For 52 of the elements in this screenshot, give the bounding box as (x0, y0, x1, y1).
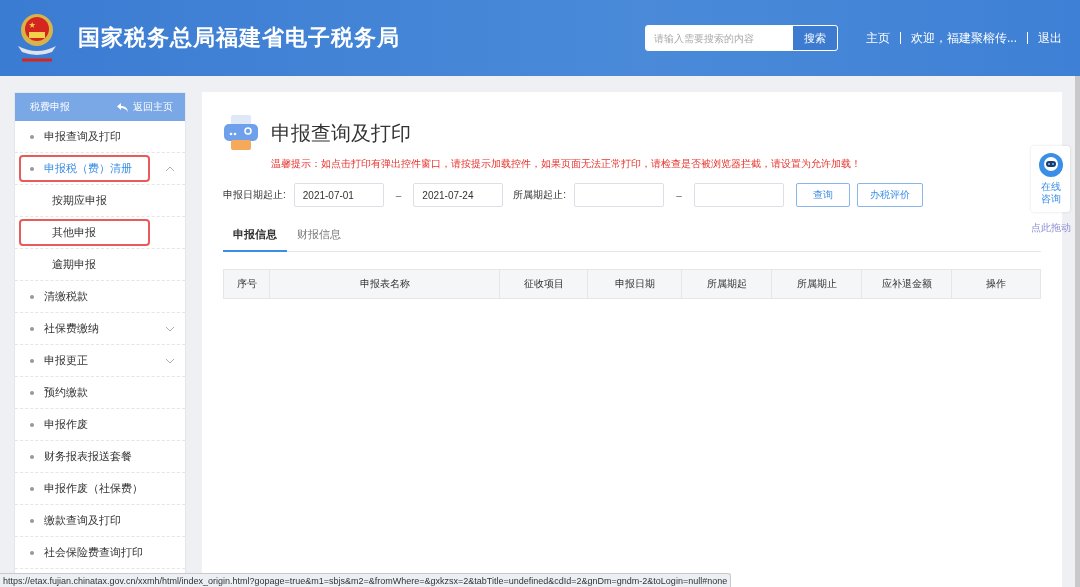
status-url: https://etax.fujian.chinatax.gov.cn/xxmh/html/index_origin.html?gopage=true&m1=sbjs&m2=&fromWhere=&gxkzsx=2&tabTitle=undefined&cdId=2&gnDm=gndm-2&toLogin=null#none (0, 573, 732, 587)
column-header: 操作 (951, 270, 1040, 298)
consult-label: 在线咨询 (1040, 181, 1061, 204)
notice-text: 温馨提示：如点击打印有弹出控件窗口，请按提示加载控件，如果页面无法正常打印，请检查是否被浏览器拦截，请设置为允许加载！ (271, 158, 862, 171)
date-field[interactable] (574, 183, 665, 207)
sidebar-item[interactable]: 申报税（费）清册 (15, 153, 185, 185)
header-link[interactable]: 主页 (866, 29, 890, 47)
column-header: 征收项目 (499, 270, 587, 298)
range-dash: – (395, 189, 402, 201)
sidebar-item[interactable]: 缴款查询及打印 (15, 505, 185, 537)
sidebar-subitem[interactable]: 按期应申报 (15, 185, 185, 217)
chevron-down-icon (165, 325, 175, 332)
tab[interactable]: 申报信息 (223, 221, 287, 252)
sidebar-item[interactable]: 申报作废（社保费） (15, 473, 185, 505)
column-header: 序号 (235, 277, 258, 291)
sidebar-subitem[interactable]: 其他申报 (15, 217, 185, 249)
page-title: 申报查询及打印 (271, 121, 411, 146)
sidebar-item[interactable]: 财务报表报送套餐 (15, 441, 185, 473)
tab[interactable]: 财报信息 (287, 221, 351, 252)
sidebar-item[interactable]: 社会保险费查询打印 (15, 537, 185, 569)
column-header: 所属期起 (681, 270, 771, 298)
chevron-up-icon (165, 165, 175, 172)
filter-label: 申报日期起止: (223, 188, 286, 202)
sidebar-subitem[interactable]: 逾期申报 (15, 249, 185, 281)
column-header: 申报日期 (587, 270, 681, 298)
consult-widget[interactable]: 在线咨询 (1031, 146, 1070, 212)
column-header: 应补退金额 (861, 270, 951, 298)
date-field[interactable] (693, 183, 784, 207)
sidebar-item[interactable]: 申报更正 (15, 345, 185, 377)
search-button[interactable]: 搜索 (793, 26, 837, 50)
site-title: 国家税务总局福建省电子税务局 (78, 24, 400, 52)
range-dash: – (676, 189, 682, 201)
back-arrow-icon (117, 102, 128, 112)
drag-hint: 点此拖动 (1031, 222, 1071, 235)
column-header: 申报表名称 (269, 270, 499, 298)
sidebar-item[interactable]: 申报作废 (15, 409, 185, 441)
sidebar-item[interactable]: 社保费缴纳 (15, 313, 185, 345)
search-field[interactable]: 请输入需要搜索的内容 搜索 (645, 25, 838, 51)
robot-icon (1037, 152, 1064, 178)
sidebar-item[interactable]: 申报查询及打印 (15, 121, 185, 153)
date-field[interactable]: 2021-07-24 (413, 183, 504, 207)
chevron-down-icon (165, 357, 175, 364)
header-link[interactable]: 欢迎，福建聚榕传... (911, 29, 1017, 47)
sidebar-title: 税费申报 (30, 100, 70, 114)
filter-label: 所属期起止: (513, 188, 567, 202)
query-button[interactable]: 查询 (795, 183, 850, 207)
sidebar-item[interactable]: 清缴税款 (15, 281, 185, 313)
header-link[interactable]: 退出 (1038, 29, 1062, 47)
sidebar-item[interactable]: 预约缴款 (15, 377, 185, 409)
rating-button[interactable]: 办税评价 (856, 183, 923, 207)
date-field[interactable]: 2021-07-01 (293, 183, 384, 207)
column-header: 所属期止 (771, 270, 861, 298)
